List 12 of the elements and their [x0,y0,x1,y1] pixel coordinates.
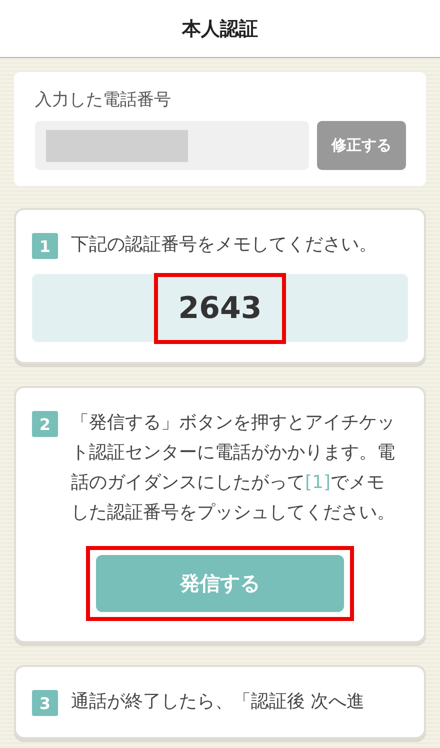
page-title: 本人認証 [182,16,258,42]
verification-code: 2643 [154,272,286,344]
step-text: 通話が終了したら、「認証後 次へ進 [71,690,366,714]
call-button[interactable]: 発信する [96,555,344,612]
reference-link[interactable]: [1] [305,472,330,493]
step-text: 下記の認証番号をメモしてください。 [71,233,378,257]
step-text: 「発信する」ボタンを押すとアイチケット認証センターに電話がかかります。電話のガイダンスにしたがって[1]でメモした認証番号をプッシュしてください。 [71,411,396,525]
step-number-badge: 3 [32,690,58,716]
phone-label: 入力した電話番号 [35,89,172,111]
step-number-badge: 2 [32,411,58,437]
step-number-badge: 1 [32,233,58,259]
edit-button[interactable]: 修正する [317,121,406,170]
